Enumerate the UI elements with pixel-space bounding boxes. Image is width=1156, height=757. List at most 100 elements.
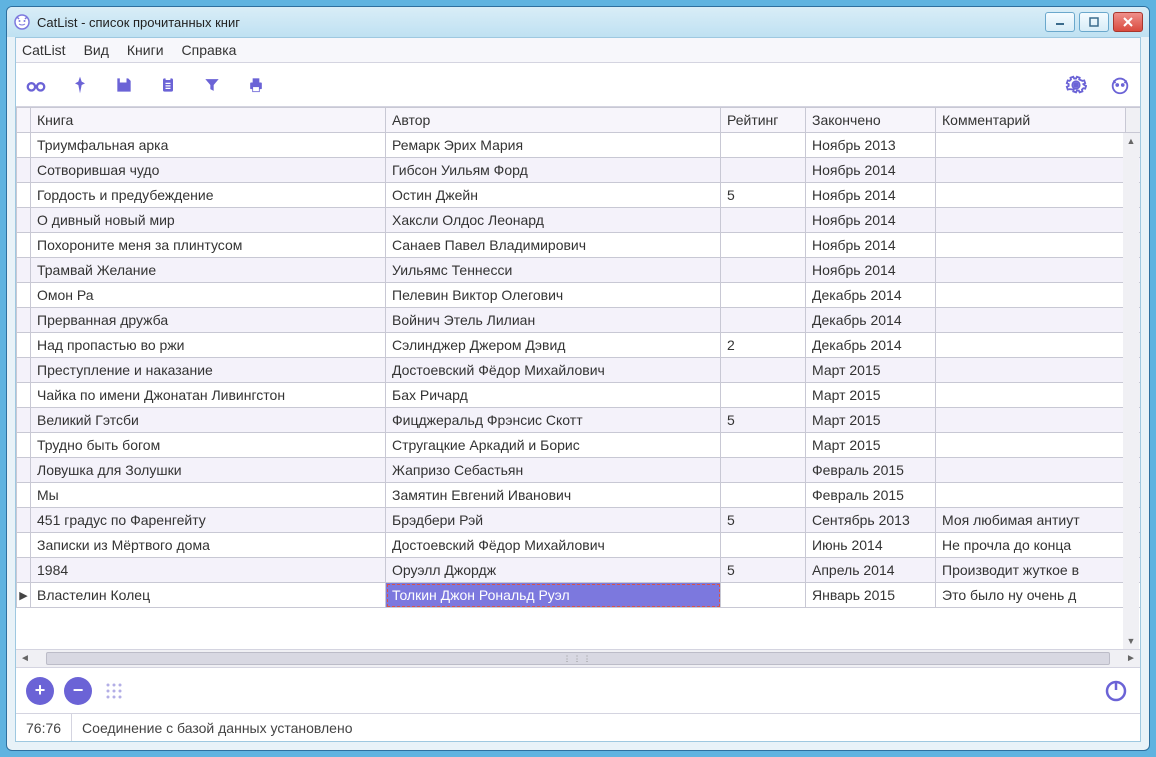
table-row[interactable]: Трамвай ЖеланиеУильямс ТеннессиНоябрь 20…	[17, 258, 1141, 283]
cell-author[interactable]: Достоевский Фёдор Михайлович	[386, 533, 721, 558]
cell-finished[interactable]: Сентябрь 2013	[806, 508, 936, 533]
cat-icon[interactable]	[1108, 73, 1132, 97]
cell-book[interactable]: Омон Ра	[31, 283, 386, 308]
table-row[interactable]: Триумфальная аркаРемарк Эрих МарияНоябрь…	[17, 133, 1141, 158]
cell-book[interactable]: Похороните меня за плинтусом	[31, 233, 386, 258]
cell-rating[interactable]	[721, 258, 806, 283]
power-icon[interactable]	[1102, 677, 1130, 705]
grid-dots-icon[interactable]	[102, 679, 126, 703]
cell-comment[interactable]	[936, 483, 1126, 508]
cell-book[interactable]: Прерванная дружба	[31, 308, 386, 333]
cell-book[interactable]: Властелин Колец	[31, 583, 386, 608]
table-row[interactable]: Преступление и наказаниеДостоевский Фёдо…	[17, 358, 1141, 383]
cell-author[interactable]: Толкин Джон Рональд Руэл	[386, 583, 721, 608]
close-button[interactable]	[1113, 12, 1143, 32]
scroll-up-icon[interactable]: ▲	[1123, 133, 1139, 149]
cell-finished[interactable]: Январь 2015	[806, 583, 936, 608]
column-header-author[interactable]: Автор	[386, 108, 721, 133]
cell-comment[interactable]	[936, 283, 1126, 308]
cell-author[interactable]: Пелевин Виктор Олегович	[386, 283, 721, 308]
cell-book[interactable]: Трамвай Желание	[31, 258, 386, 283]
cell-comment[interactable]: Не прочла до конца	[936, 533, 1126, 558]
binoculars-icon[interactable]	[24, 73, 48, 97]
cell-rating[interactable]	[721, 158, 806, 183]
cell-comment[interactable]: Моя любимая антиут	[936, 508, 1126, 533]
cell-comment[interactable]	[936, 183, 1126, 208]
cell-book[interactable]: Ловушка для Золушки	[31, 458, 386, 483]
cell-rating[interactable]	[721, 383, 806, 408]
cell-comment[interactable]	[936, 258, 1126, 283]
cell-book[interactable]: Гордость и предубеждение	[31, 183, 386, 208]
column-header-comment[interactable]: Комментарий	[936, 108, 1126, 133]
save-icon[interactable]	[112, 73, 136, 97]
table-row[interactable]: Над пропастью во ржиСэлинджер Джером Дэв…	[17, 333, 1141, 358]
cell-rating[interactable]: 5	[721, 508, 806, 533]
table-row[interactable]: Похороните меня за плинтусомСанаев Павел…	[17, 233, 1141, 258]
filter-icon[interactable]	[200, 73, 224, 97]
cell-finished[interactable]: Март 2015	[806, 358, 936, 383]
scroll-down-icon[interactable]: ▼	[1123, 633, 1139, 649]
cell-finished[interactable]: Ноябрь 2014	[806, 258, 936, 283]
cell-rating[interactable]	[721, 133, 806, 158]
table-row[interactable]: МыЗамятин Евгений ИвановичФевраль 2015	[17, 483, 1141, 508]
cell-rating[interactable]	[721, 583, 806, 608]
menu-view[interactable]: Вид	[84, 42, 109, 58]
cell-finished[interactable]: Март 2015	[806, 433, 936, 458]
column-header-book[interactable]: Книга	[31, 108, 386, 133]
clipboard-icon[interactable]	[156, 73, 180, 97]
cell-finished[interactable]: Июнь 2014	[806, 533, 936, 558]
table-row[interactable]: Великий ГэтсбиФицджеральд Фрэнсис Скотт5…	[17, 408, 1141, 433]
cell-comment[interactable]	[936, 158, 1126, 183]
cell-finished[interactable]: Декабрь 2014	[806, 308, 936, 333]
row-indicator-header[interactable]	[17, 108, 31, 133]
cell-book[interactable]: Над пропастью во ржи	[31, 333, 386, 358]
cell-comment[interactable]	[936, 208, 1126, 233]
cell-author[interactable]: Ремарк Эрих Мария	[386, 133, 721, 158]
hscroll-thumb[interactable]: ⋮⋮⋮	[46, 652, 1110, 665]
table-row[interactable]: Ловушка для ЗолушкиЖапризо СебастьянФевр…	[17, 458, 1141, 483]
table-row[interactable]: Гордость и предубеждениеОстин Джейн5Нояб…	[17, 183, 1141, 208]
cell-comment[interactable]: Это было ну очень д	[936, 583, 1126, 608]
cell-author[interactable]: Брэдбери Рэй	[386, 508, 721, 533]
cell-author[interactable]: Стругацкие Аркадий и Борис	[386, 433, 721, 458]
cell-author[interactable]: Хаксли Олдос Леонард	[386, 208, 721, 233]
cell-comment[interactable]	[936, 383, 1126, 408]
cell-finished[interactable]: Февраль 2015	[806, 483, 936, 508]
cell-book[interactable]: Великий Гэтсби	[31, 408, 386, 433]
cell-author[interactable]: Войнич Этель Лилиан	[386, 308, 721, 333]
cell-comment[interactable]	[936, 233, 1126, 258]
table-row[interactable]: Сотворившая чудоГибсон Уильям ФордНоябрь…	[17, 158, 1141, 183]
cell-finished[interactable]: Ноябрь 2014	[806, 233, 936, 258]
cell-finished[interactable]: Апрель 2014	[806, 558, 936, 583]
cell-author[interactable]: Санаев Павел Владимирович	[386, 233, 721, 258]
gear-icon[interactable]	[1064, 73, 1088, 97]
cell-rating[interactable]: 5	[721, 183, 806, 208]
column-header-finished[interactable]: Закончено	[806, 108, 936, 133]
cell-author[interactable]: Жапризо Себастьян	[386, 458, 721, 483]
scroll-right-icon[interactable]: ►	[1122, 650, 1140, 667]
cell-author[interactable]: Фицджеральд Фрэнсис Скотт	[386, 408, 721, 433]
cell-finished[interactable]: Ноябрь 2014	[806, 208, 936, 233]
minimize-button[interactable]	[1045, 12, 1075, 32]
table-row[interactable]: О дивный новый мирХаксли Олдос ЛеонардНо…	[17, 208, 1141, 233]
table-row[interactable]: Прерванная дружбаВойнич Этель Лилиан Дека…	[17, 308, 1141, 333]
cell-comment[interactable]: Производит жуткое в	[936, 558, 1126, 583]
scroll-left-icon[interactable]: ◄	[16, 650, 34, 667]
horizontal-scrollbar[interactable]: ◄ ⋮⋮⋮ ►	[16, 649, 1140, 667]
pin-icon[interactable]	[68, 73, 92, 97]
cell-rating[interactable]	[721, 283, 806, 308]
table-row[interactable]: Омон РаПелевин Виктор ОлеговичДекабрь 20…	[17, 283, 1141, 308]
vertical-scrollbar[interactable]: ▲ ▼	[1123, 133, 1139, 649]
cell-comment[interactable]	[936, 458, 1126, 483]
cell-book[interactable]: 1984	[31, 558, 386, 583]
cell-rating[interactable]: 5	[721, 558, 806, 583]
print-icon[interactable]	[244, 73, 268, 97]
maximize-button[interactable]	[1079, 12, 1109, 32]
cell-finished[interactable]: Ноябрь 2014	[806, 183, 936, 208]
cell-finished[interactable]: Ноябрь 2014	[806, 158, 936, 183]
cell-book[interactable]: 451 градус по Фаренгейту	[31, 508, 386, 533]
cell-rating[interactable]	[721, 433, 806, 458]
table-row[interactable]: 1984Оруэлл Джордж5Апрель 2014Производит …	[17, 558, 1141, 583]
cell-finished[interactable]: Март 2015	[806, 408, 936, 433]
cell-finished[interactable]: Март 2015	[806, 383, 936, 408]
